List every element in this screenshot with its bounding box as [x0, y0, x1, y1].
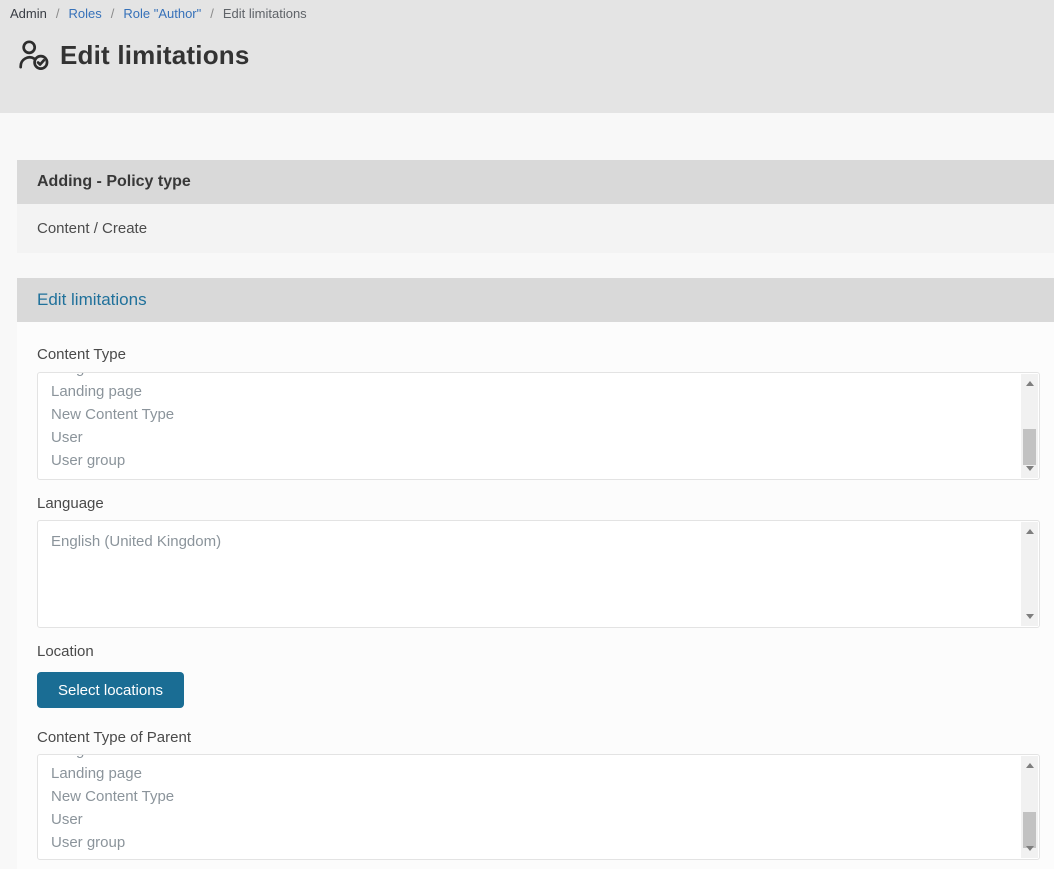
scrollbar[interactable] [1021, 374, 1038, 478]
triangle-up-icon[interactable] [1026, 381, 1034, 386]
policy-type-section-title: Adding - Policy type [37, 173, 191, 191]
breadcrumb-separator: / [56, 6, 60, 22]
page-title: Edit limitations [60, 40, 250, 71]
edit-limitations-section-header: Edit limitations [17, 278, 1054, 322]
breadcrumb-separator: / [210, 6, 214, 22]
page-header: Admin / Roles / Role "Author" / Edit lim… [0, 0, 1054, 113]
content-type-options-viewport: Image Landing pageNew Content TypeUserUs… [38, 373, 1039, 479]
select-option[interactable]: Landing page [38, 762, 1019, 785]
edit-limitations-section-title: Edit limitations [37, 290, 147, 310]
triangle-down-icon[interactable] [1026, 466, 1034, 471]
breadcrumb-item-current: Edit limitations [223, 6, 307, 22]
user-check-icon [17, 38, 51, 72]
scrollbar-thumb[interactable] [1023, 812, 1036, 848]
content-type-label: Content Type [37, 346, 1040, 364]
select-option[interactable]: User group [38, 831, 1019, 854]
select-locations-button[interactable]: Select locations [37, 672, 184, 708]
triangle-down-icon[interactable] [1026, 846, 1034, 851]
location-label: Location [37, 643, 1040, 661]
content-type-select[interactable]: Image Landing pageNew Content TypeUserUs… [37, 372, 1040, 480]
select-option-clipped[interactable]: Image [38, 755, 1019, 762]
select-option-clipped[interactable]: Image [38, 373, 1019, 380]
content-type-of-parent-options-viewport: Image Landing pageNew Content TypeUserUs… [38, 755, 1039, 859]
policy-type-value: Content / Create [17, 204, 1054, 253]
breadcrumb-item-roles[interactable]: Roles [68, 6, 101, 22]
breadcrumb-item-admin[interactable]: Admin [10, 6, 47, 22]
select-option[interactable]: New Content Type [38, 403, 1019, 426]
triangle-up-icon[interactable] [1026, 763, 1034, 768]
title-row: Edit limitations [17, 38, 1054, 72]
policy-module-function: Content / Create [37, 220, 147, 237]
triangle-down-icon[interactable] [1026, 614, 1034, 619]
select-option[interactable]: User [38, 426, 1019, 449]
language-label: Language [37, 495, 1040, 513]
scrollbar-thumb[interactable] [1023, 429, 1036, 465]
select-option[interactable]: Landing page [38, 380, 1019, 403]
policy-type-section-header: Adding - Policy type [17, 160, 1054, 204]
language-options-viewport: English (United Kingdom) [38, 521, 1039, 627]
select-option[interactable]: English (United Kingdom) [38, 530, 1019, 553]
edit-limitations-form: Content Type Image Landing pageNew Conte… [17, 322, 1054, 869]
breadcrumb-item-role-author[interactable]: Role "Author" [123, 6, 201, 22]
select-option[interactable]: User group [38, 449, 1019, 472]
select-option[interactable]: User [38, 808, 1019, 831]
breadcrumb: Admin / Roles / Role "Author" / Edit lim… [10, 6, 1054, 22]
triangle-up-icon[interactable] [1026, 529, 1034, 534]
language-select[interactable]: English (United Kingdom) [37, 520, 1040, 628]
content-type-of-parent-label: Content Type of Parent [37, 729, 1040, 747]
policy-type-section: Adding - Policy type Content / Create [17, 160, 1054, 253]
breadcrumb-separator: / [111, 6, 115, 22]
scrollbar[interactable] [1021, 522, 1038, 626]
content-type-of-parent-select[interactable]: Image Landing pageNew Content TypeUserUs… [37, 754, 1040, 860]
scrollbar[interactable] [1021, 756, 1038, 858]
edit-limitations-section: Edit limitations Content Type Image Land… [17, 278, 1054, 869]
select-option[interactable]: New Content Type [38, 785, 1019, 808]
